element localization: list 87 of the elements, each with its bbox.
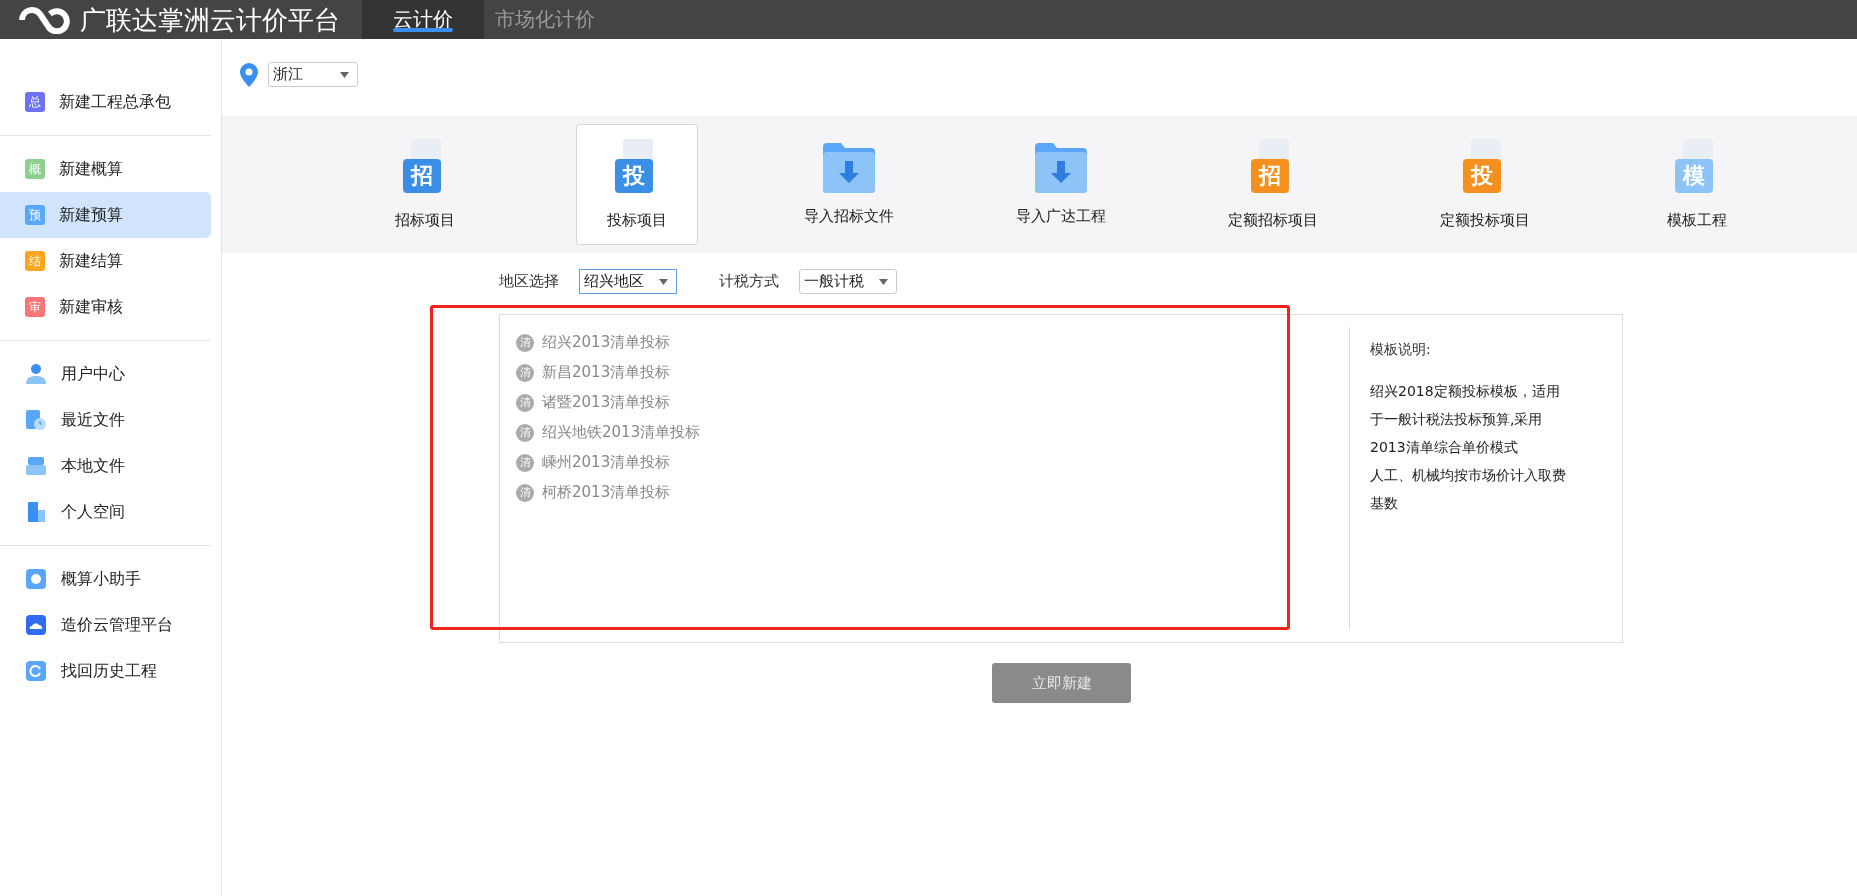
filter-label: 计税方式	[719, 272, 779, 291]
list-badge: 清	[516, 483, 534, 502]
logo-icon	[18, 6, 70, 34]
list-badge: 清	[516, 363, 534, 382]
category-badge: 概	[25, 159, 45, 179]
tile-label: 定额投标项目	[1440, 211, 1530, 230]
sidebar-item[interactable]: 个人空间	[0, 489, 211, 535]
filter-label: 地区选择	[499, 272, 559, 291]
sidebar-item[interactable]: 审 新建审核	[0, 284, 211, 330]
list-badge: 清	[516, 393, 534, 412]
sidebar-label: 用户中心	[61, 363, 125, 385]
category-badge: 预	[25, 205, 45, 225]
sidebar-item[interactable]: 预 新建预算	[0, 192, 211, 238]
sidebar-item[interactable]: 本地文件	[0, 443, 211, 489]
sidebar-item[interactable]: 最近文件	[0, 397, 211, 443]
document-badge: 模	[1675, 159, 1713, 193]
document-badge: 招	[403, 159, 441, 193]
drive-icon	[25, 455, 47, 477]
description-text: 绍兴2018定额投标模板，适用	[1370, 382, 1561, 401]
sidebar-item[interactable]: 结 新建结算	[0, 238, 211, 284]
sidebar-item[interactable]: 概算小助手	[0, 556, 211, 602]
tile-label: 导入广达工程	[1016, 207, 1106, 226]
user-icon	[25, 363, 47, 385]
sidebar-item[interactable]: 概 新建概算	[0, 146, 211, 192]
filter-select[interactable]: 一般计税	[799, 269, 897, 294]
caret-icon	[340, 71, 349, 78]
list-badge: 清	[516, 333, 534, 352]
sidebar-label: 造价云管理平台	[61, 614, 173, 636]
template-item[interactable]: 绍兴2013清单投标	[542, 333, 671, 352]
sidebar-label: 新建概算	[59, 158, 123, 180]
project-type-tile[interactable]: 导入广达工程	[1000, 124, 1122, 245]
document-badge: 投	[615, 159, 653, 193]
sidebar-label: 最近文件	[61, 409, 125, 431]
template-item[interactable]: 绍兴地铁2013清单投标	[542, 423, 701, 442]
category-badge: 审	[25, 297, 45, 317]
caret-icon	[879, 278, 888, 285]
template-item[interactable]: 柯桥2013清单投标	[542, 483, 671, 502]
assistant-icon	[25, 568, 47, 590]
description-text: 人工、机械均按市场价计入取费	[1370, 466, 1567, 485]
sidebar-label: 概算小助手	[61, 568, 141, 590]
building-icon	[25, 501, 47, 523]
document-badge: 投	[1463, 159, 1501, 193]
project-type-tile[interactable]: 招 定额招标项目	[1212, 124, 1334, 245]
sidebar-item[interactable]: 总 新建工程总承包	[0, 79, 211, 125]
project-type-tile[interactable]: 模 模板工程	[1636, 124, 1758, 245]
nav-tab[interactable]: 云计价	[362, 0, 484, 39]
sidebar-label: 新建结算	[59, 250, 123, 272]
tile-label: 导入招标文件	[804, 207, 894, 226]
app-title: 广联达掌洲云计价平台	[80, 4, 340, 35]
template-item[interactable]: 嵊州2013清单投标	[542, 453, 671, 472]
category-badge: 总	[25, 92, 45, 112]
cloud-icon	[25, 614, 47, 636]
list-badge: 清	[516, 423, 534, 442]
list-badge: 清	[516, 453, 534, 472]
refresh-icon	[25, 660, 47, 682]
description-text: 基数	[1370, 494, 1399, 513]
project-type-tile[interactable]: 投 定额投标项目	[1424, 124, 1546, 245]
sidebar-label: 本地文件	[61, 455, 125, 477]
tile-label: 模板工程	[1667, 211, 1727, 230]
sidebar-item[interactable]: 造价云管理平台	[0, 602, 211, 648]
file-clock-icon	[25, 409, 47, 431]
project-type-tile[interactable]: 投 投标项目	[576, 124, 698, 245]
sidebar-label: 新建预算	[59, 204, 123, 226]
sidebar-label: 新建审核	[59, 296, 123, 318]
tile-label: 投标项目	[607, 211, 667, 230]
project-type-tile[interactable]: 导入招标文件	[788, 124, 910, 245]
project-type-tile[interactable]: 招 招标项目	[364, 124, 486, 245]
description-text: 于一般计税法投标预算,采用	[1370, 410, 1544, 429]
sidebar-item[interactable]: 找回历史工程	[0, 648, 211, 694]
description-title: 模板说明:	[1370, 341, 1432, 359]
filter-select[interactable]: 绍兴地区	[579, 269, 677, 294]
category-badge: 结	[25, 251, 45, 271]
description-text: 2013清单综合单价模式	[1370, 438, 1519, 457]
folder-download-icon	[1035, 143, 1087, 193]
caret-icon	[659, 278, 668, 285]
province-select[interactable]: 浙江	[268, 62, 358, 87]
tile-label: 招标项目	[395, 211, 455, 230]
sidebar-item[interactable]: 用户中心	[0, 351, 211, 397]
tile-label: 定额招标项目	[1228, 211, 1318, 230]
sidebar-label: 新建工程总承包	[59, 91, 171, 113]
location-pin-icon	[240, 62, 258, 87]
folder-download-icon	[823, 143, 875, 193]
template-item[interactable]: 新昌2013清单投标	[542, 363, 671, 382]
document-badge: 招	[1251, 159, 1289, 193]
sidebar-label: 个人空间	[61, 501, 125, 523]
template-item[interactable]: 诸暨2013清单投标	[542, 393, 671, 412]
sidebar-label: 找回历史工程	[61, 660, 157, 682]
